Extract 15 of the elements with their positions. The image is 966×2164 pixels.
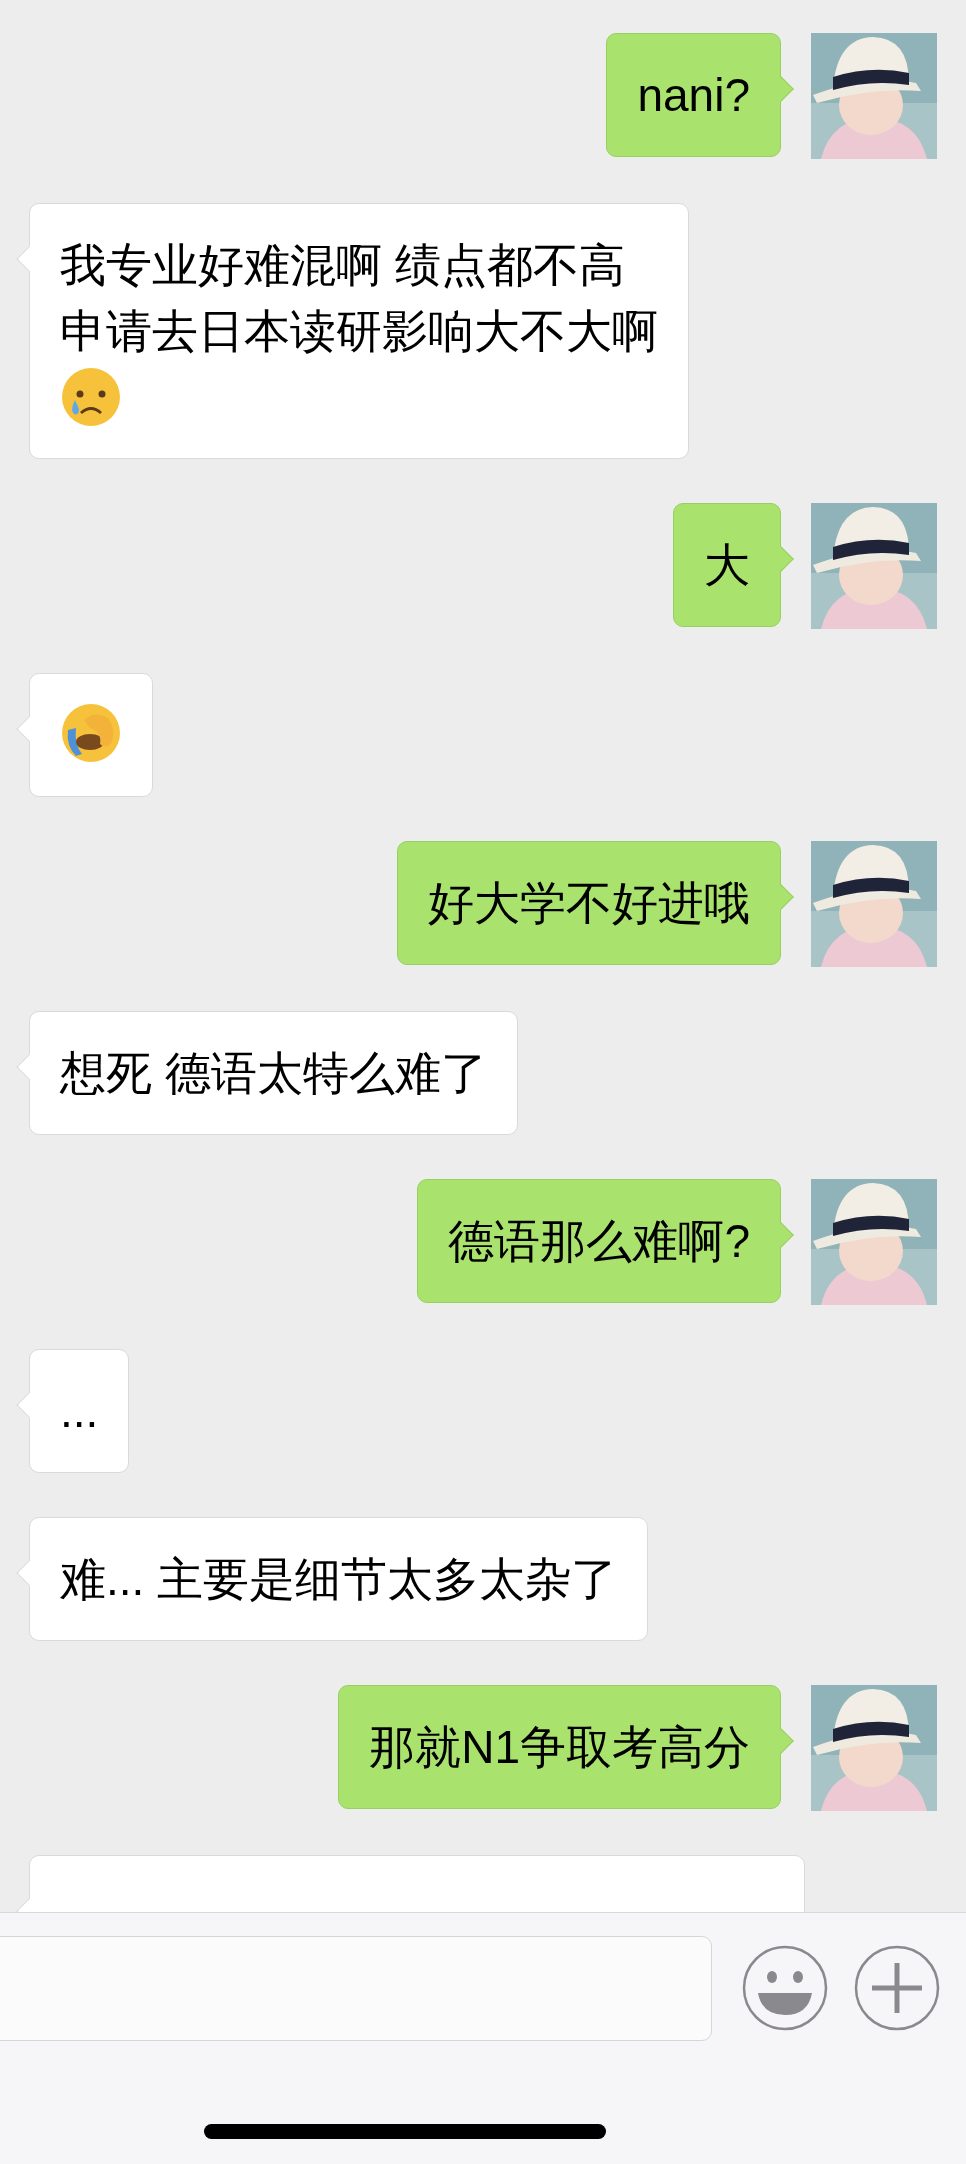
- plus-icon[interactable]: [854, 1945, 940, 2031]
- facepalm-face-icon: [60, 702, 122, 764]
- message-text: 大: [704, 538, 750, 593]
- message-text: 德语那么难啊?: [448, 1214, 750, 1269]
- message-text: 难... 主要是细节太多太杂了: [60, 1552, 618, 1607]
- message-text: 那就N1争取考高分: [369, 1720, 750, 1775]
- message-text: ...: [60, 1384, 99, 1439]
- message-text: 申请去日本读研影响大不大啊: [60, 304, 658, 359]
- smiley-icon[interactable]: [742, 1945, 828, 2031]
- message-text: 好大学不好进哦: [428, 876, 750, 931]
- crying-face-icon: [60, 366, 122, 428]
- message-text: nani?: [637, 68, 750, 123]
- message-text: 我专业好难混啊 绩点都不高: [60, 238, 626, 293]
- message-input-field[interactable]: [0, 1935, 712, 2041]
- message-text: 想死 德语太特么难了: [60, 1046, 487, 1101]
